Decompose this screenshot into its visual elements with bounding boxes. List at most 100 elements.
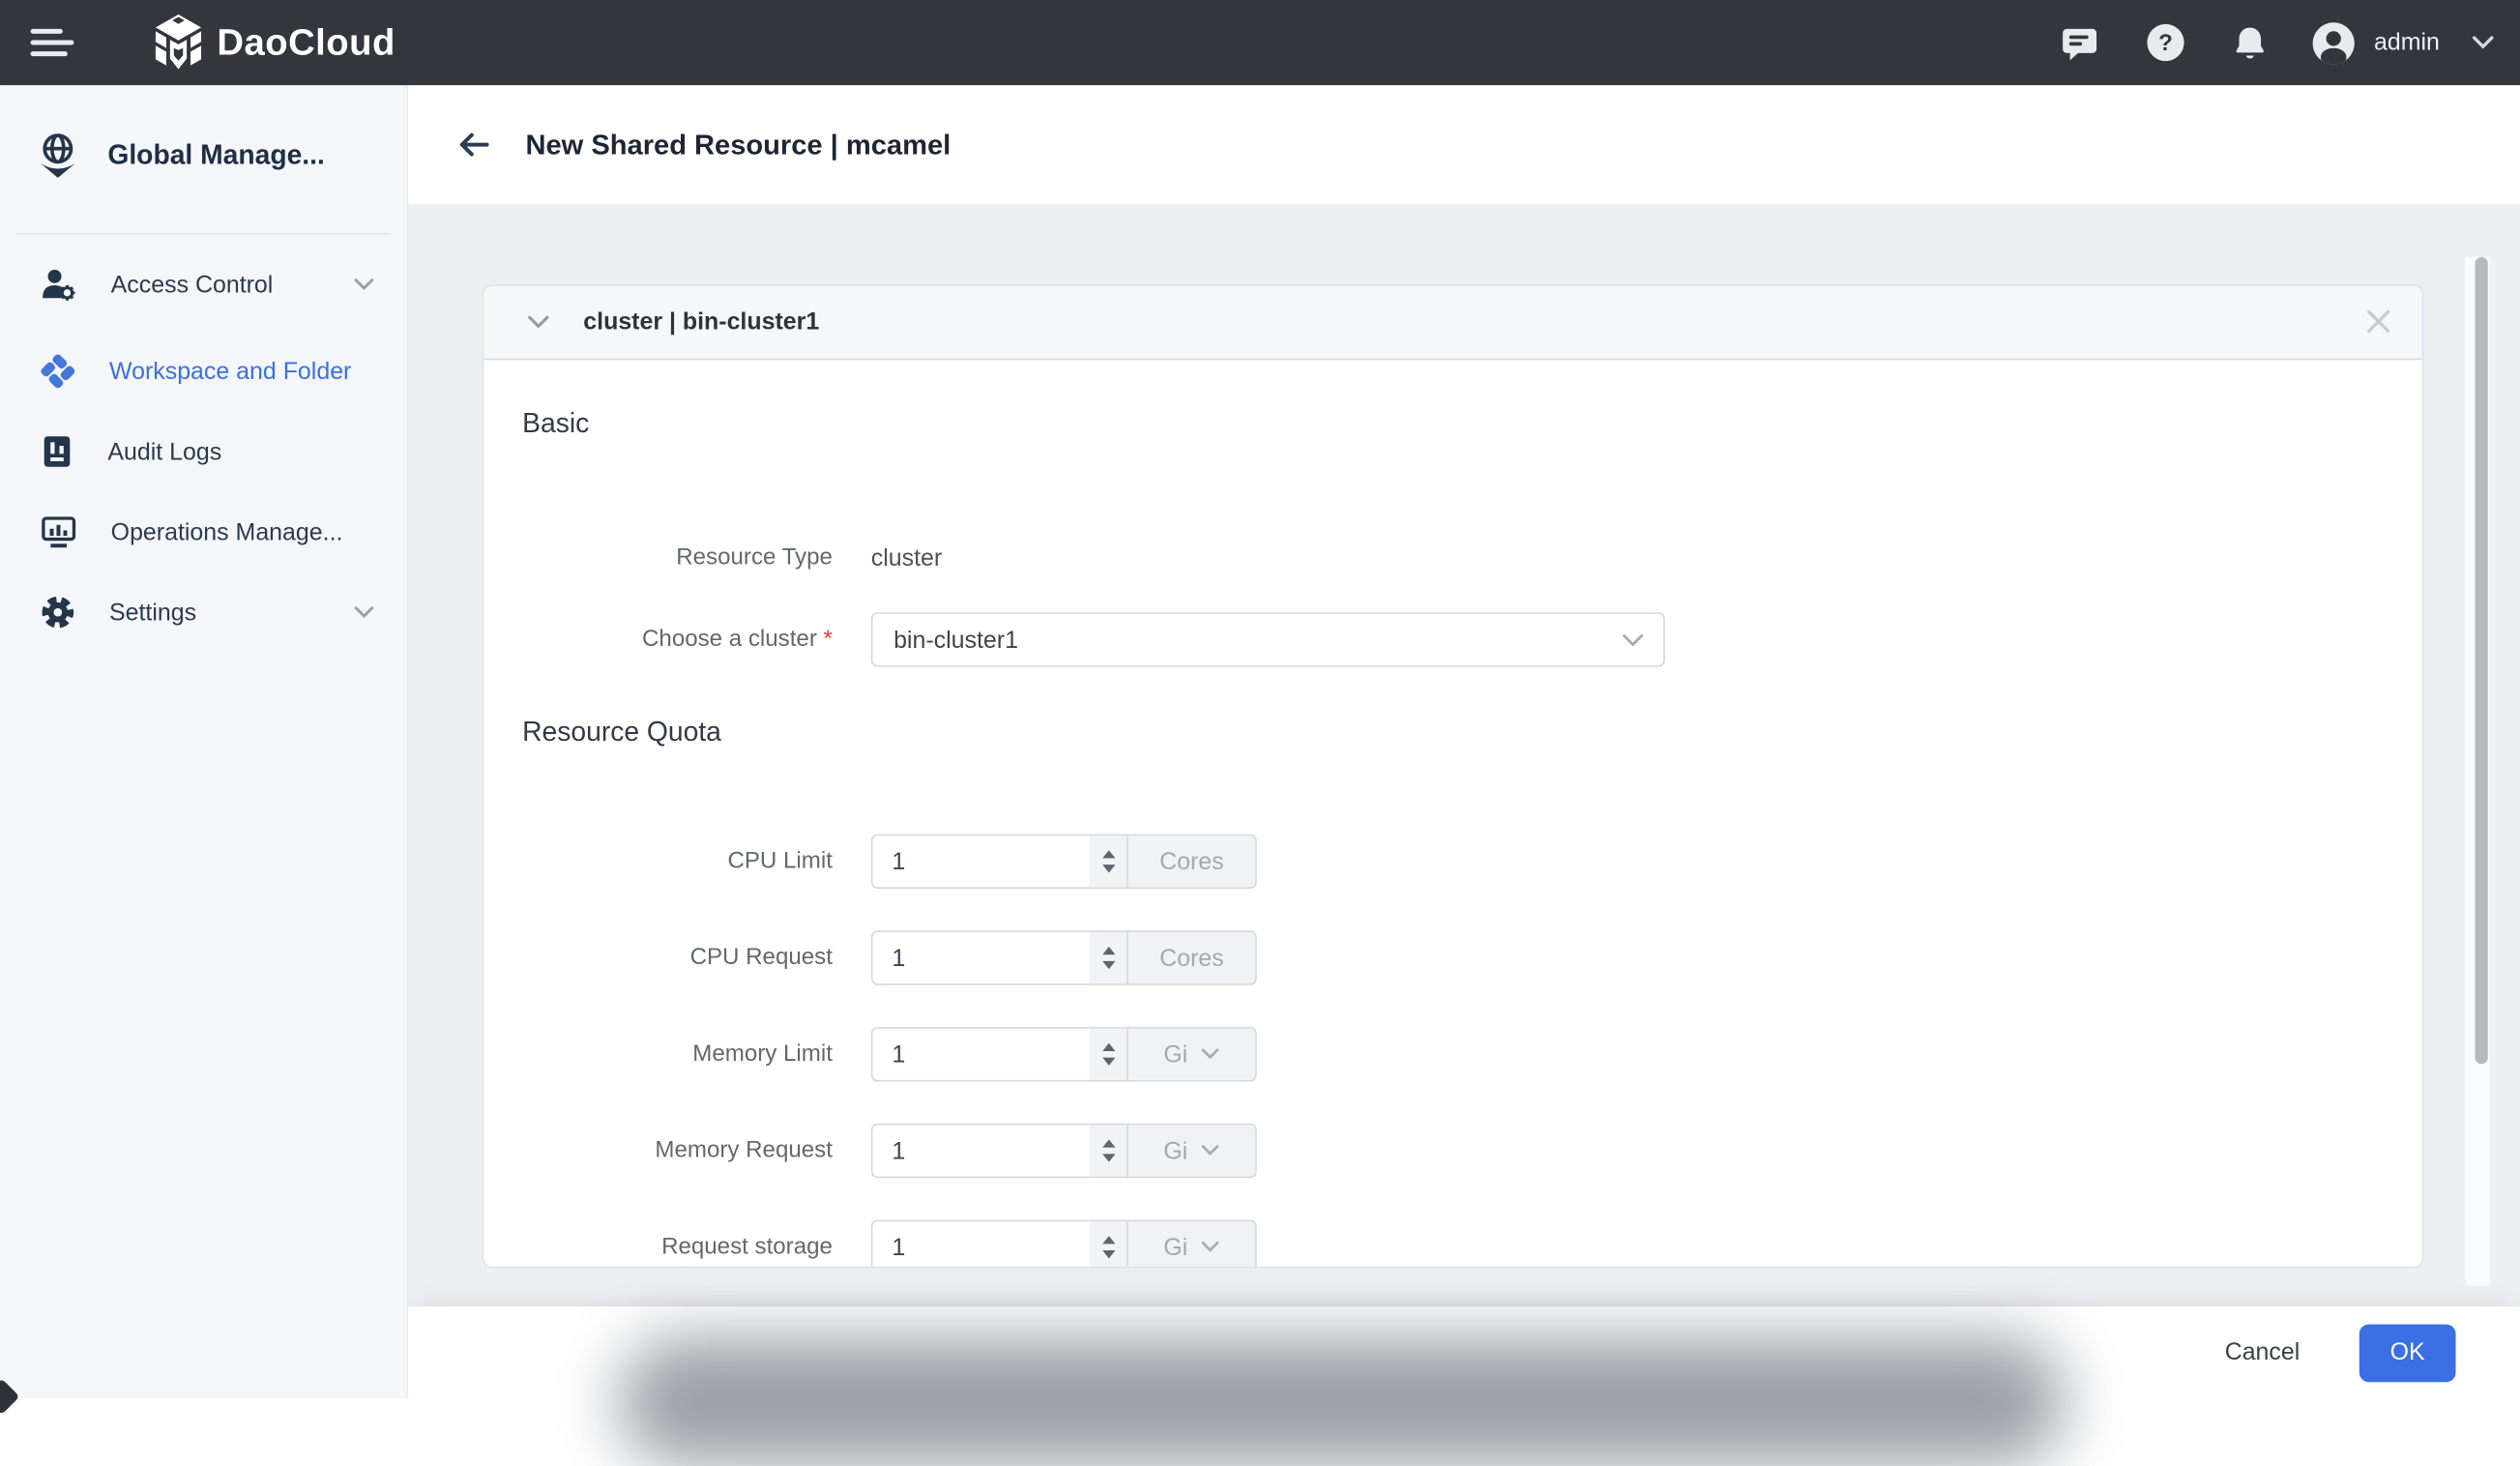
quantity-stepper: Gi — [871, 1124, 1257, 1179]
section-heading-basic: Basic — [522, 408, 2384, 440]
unit-addon[interactable]: Gi — [1127, 1221, 1255, 1268]
required-asterisk: * — [824, 627, 833, 653]
spinner-down-button[interactable] — [1101, 1154, 1114, 1161]
choose-cluster-row: Choose a cluster* bin-cluster1 — [522, 612, 2384, 667]
main-area: New Shared Resource | mcamel cluster | b… — [406, 85, 2520, 1398]
operations-icon — [41, 514, 77, 550]
spinner-down-button[interactable] — [1101, 865, 1114, 872]
daocloud-logo-icon — [151, 12, 206, 73]
spinner — [1090, 1125, 1127, 1176]
app-viewport: DaoCloud ? — [0, 0, 2520, 1398]
sidebar-item-label: Workspace and Folder — [109, 358, 351, 385]
unit-addon[interactable]: Cores — [1127, 932, 1255, 983]
quantity-input[interactable] — [872, 1029, 1089, 1080]
chevron-down-icon — [1201, 1241, 1220, 1253]
back-arrow-icon[interactable] — [458, 132, 490, 158]
close-icon[interactable] — [2360, 304, 2396, 339]
unit-label: Cores — [1159, 944, 1224, 971]
user-gear-icon — [41, 267, 77, 303]
spinner-up-button[interactable] — [1101, 947, 1114, 954]
chevron-down-icon — [1201, 1144, 1220, 1157]
spinner-down-button[interactable] — [1101, 961, 1114, 969]
quantity-stepper: Gi — [871, 1219, 1257, 1268]
quota-label: CPU Request — [522, 945, 833, 971]
spinner-up-button[interactable] — [1101, 1139, 1114, 1147]
quantity-input[interactable] — [872, 1221, 1089, 1268]
user-menu[interactable]: admin — [2310, 18, 2495, 67]
spinner — [1090, 932, 1127, 983]
spinner-up-button[interactable] — [1101, 850, 1114, 858]
quantity-stepper: Cores — [871, 835, 1257, 890]
unit-label: Gi — [1163, 1137, 1187, 1164]
choose-cluster-label: Choose a cluster* — [522, 627, 833, 653]
quota-label: CPU Limit — [522, 849, 833, 875]
sidebar-item-label: Settings — [109, 599, 196, 626]
user-avatar-icon — [2310, 18, 2359, 67]
quota-label: Memory Limit — [522, 1041, 833, 1068]
quota-row-memory-limit: Memory Limit Gi — [522, 1027, 2384, 1082]
quantity-input[interactable] — [872, 836, 1089, 887]
unit-label: Gi — [1163, 1041, 1187, 1068]
collapse-chevron-down-icon[interactable] — [527, 315, 549, 330]
cancel-button[interactable]: Cancel — [2225, 1338, 2300, 1365]
sidebar-item-label: Audit Logs — [107, 438, 221, 465]
spinner-down-button[interactable] — [1101, 1250, 1114, 1258]
sidebar-item-label: Operations Manage... — [111, 518, 343, 545]
page-title: New Shared Resource | mcamel — [525, 128, 951, 161]
content-area: cluster | bin-cluster1 Basic Resource Ty… — [406, 204, 2520, 1306]
product-title: Global Manage... — [107, 140, 325, 172]
sidebar-item-audit-logs[interactable]: Audit Logs — [0, 411, 406, 491]
unit-addon[interactable]: Gi — [1127, 1125, 1255, 1176]
sidebar-item-access-control[interactable]: Access Control — [0, 245, 406, 325]
quantity-stepper: Gi — [871, 1027, 1257, 1082]
ok-button[interactable]: OK — [2359, 1324, 2456, 1382]
help-icon[interactable]: ? — [2141, 18, 2189, 67]
quota-label: Memory Request — [522, 1138, 833, 1164]
sidebar: Global Manage... — [0, 85, 406, 1398]
sidebar-item-workspace-and-folder[interactable]: Workspace and Folder — [0, 331, 406, 411]
resource-type-label: Resource Type — [522, 544, 833, 571]
cluster-select[interactable]: bin-cluster1 — [871, 612, 1665, 667]
panel-body: Basic Resource Type cluster Choose a clu… — [483, 360, 2421, 1268]
cluster-select-value: bin-cluster1 — [894, 626, 1018, 653]
chevron-down-icon — [1622, 632, 1644, 647]
spinner-down-button[interactable] — [1101, 1058, 1114, 1066]
footer-action-bar: Cancel OK — [406, 1306, 2520, 1398]
sidebar-item-settings[interactable]: Settings — [0, 572, 406, 653]
brand-name: DaoCloud — [217, 21, 395, 65]
sidebar-product[interactable]: Global Manage... — [0, 85, 406, 211]
sidebar-item-label: Access Control — [111, 271, 274, 298]
unit-addon[interactable]: Cores — [1127, 836, 1255, 887]
quota-row-cpu-limit: CPU Limit Cores — [522, 835, 2384, 890]
chat-icon[interactable] — [2056, 18, 2104, 67]
panel-header: cluster | bin-cluster1 — [483, 286, 2421, 360]
spinner-up-button[interactable] — [1101, 1043, 1114, 1051]
quantity-stepper: Cores — [871, 930, 1257, 985]
sidebar-divider — [16, 233, 391, 235]
chevron-down-icon — [354, 279, 375, 291]
quota-row-cpu-request: CPU Request Cores — [522, 930, 2384, 985]
panel-title: cluster | bin-cluster1 — [583, 308, 819, 336]
bell-icon[interactable] — [2226, 18, 2274, 67]
quota-row-request-storage: Request storage Gi — [522, 1219, 2384, 1268]
svg-text:?: ? — [2158, 30, 2173, 56]
brand: DaoCloud — [151, 12, 396, 73]
chevron-down-icon — [2472, 36, 2494, 50]
unit-label: Cores — [1159, 848, 1224, 875]
spinner-up-button[interactable] — [1101, 1236, 1114, 1244]
username: admin — [2374, 29, 2440, 56]
audit-logs-icon — [41, 434, 74, 470]
quantity-input[interactable] — [872, 1125, 1089, 1176]
quantity-input[interactable] — [872, 932, 1089, 983]
workspace-icon — [41, 354, 76, 390]
sidebar-item-operations-manage[interactable]: Operations Manage... — [0, 492, 406, 572]
hamburger-menu-icon[interactable] — [31, 28, 74, 57]
unit-addon[interactable]: Gi — [1127, 1029, 1255, 1080]
quota-label: Request storage — [522, 1234, 833, 1260]
scrollbar-track[interactable] — [2464, 257, 2491, 1286]
spinner — [1090, 836, 1127, 887]
chevron-down-icon — [354, 606, 375, 619]
scrollbar-thumb[interactable] — [2475, 257, 2487, 1064]
spinner — [1090, 1029, 1127, 1080]
resource-type-value: cluster — [871, 544, 942, 572]
